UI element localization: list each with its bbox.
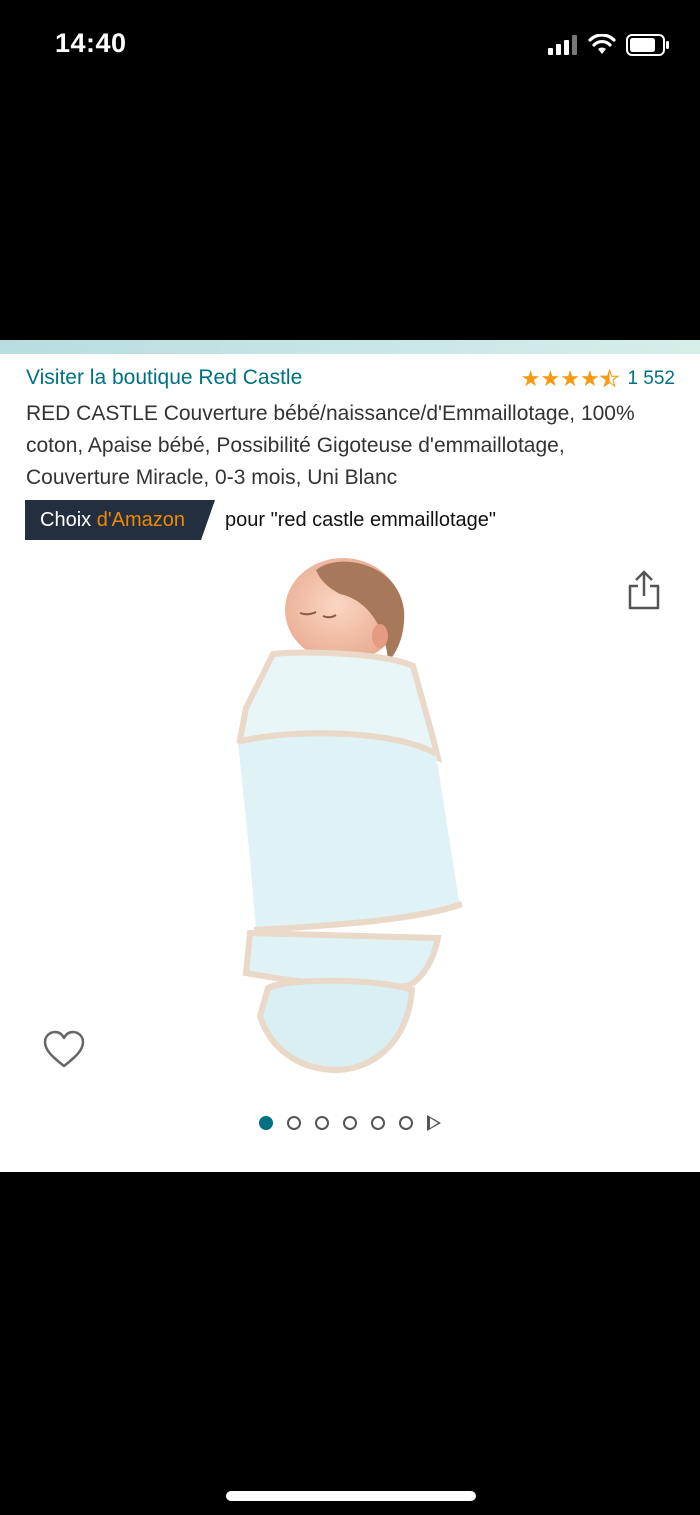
gallery-dot[interactable] — [343, 1116, 357, 1130]
play-video-icon[interactable] — [427, 1115, 441, 1131]
rating-count[interactable]: 1 552 — [627, 368, 675, 390]
share-icon[interactable] — [626, 568, 662, 612]
signal-icon — [548, 35, 577, 55]
status-icons — [548, 30, 670, 60]
rating[interactable]: ★ ★ ★ ★ ★ 1 552 — [520, 366, 675, 391]
product-image[interactable] — [228, 558, 473, 1078]
badge-query: pour "red castle emmaillotage" — [225, 508, 497, 531]
amazon-choice-row: Choix d'Amazon pour "red castle emmaillo… — [25, 500, 496, 540]
rating-stars: ★ ★ ★ ★ ★ — [520, 366, 620, 391]
gallery-dot[interactable] — [399, 1116, 413, 1130]
badge-prefix: Choix — [40, 509, 97, 531]
gallery-dot[interactable] — [287, 1116, 301, 1130]
gallery-dot-active[interactable] — [259, 1116, 273, 1130]
gallery-pager — [0, 1115, 700, 1131]
star-icon: ★ — [579, 366, 600, 391]
star-icon: ★ — [520, 366, 541, 391]
status-bar: 14:40 — [0, 0, 700, 90]
product-title: RED CASTLE Couverture bébé/naissance/d'E… — [26, 402, 635, 489]
star-icon: ★ — [560, 366, 580, 391]
heart-icon[interactable] — [42, 1030, 86, 1070]
visit-store-link[interactable]: Visiter la boutique Red Castle — [26, 366, 302, 390]
gallery-dot[interactable] — [371, 1116, 385, 1130]
star-icon: ★ — [540, 366, 561, 391]
amazon-choice-badge: Choix d'Amazon — [25, 500, 215, 540]
product-card: Visiter la boutique Red Castle ★ ★ ★ ★ ★… — [0, 340, 700, 1172]
wifi-icon — [588, 34, 616, 54]
battery-icon — [626, 34, 669, 56]
gallery-dot[interactable] — [315, 1116, 329, 1130]
status-time: 14:40 — [55, 28, 127, 58]
header-strip — [0, 340, 700, 354]
home-indicator[interactable] — [226, 1491, 476, 1501]
half-star-icon: ★ — [599, 366, 620, 391]
badge-brand: d'Amazon — [96, 509, 186, 531]
